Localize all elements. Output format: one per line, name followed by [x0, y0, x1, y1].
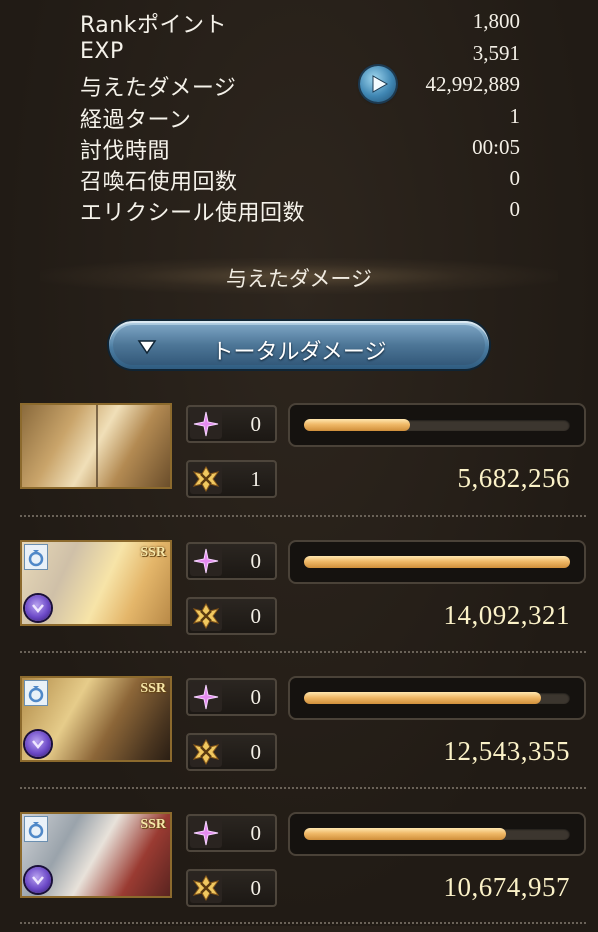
character-row: SSR 0 0 10,674,957: [0, 812, 598, 932]
damage-bar: [288, 540, 586, 584]
stat-label: EXP: [80, 39, 124, 64]
ougi-counter: 0: [186, 597, 277, 635]
sparkle-icon: [190, 682, 222, 712]
stat-label: エリクシール使用回数: [80, 201, 306, 226]
damage-bar: [288, 812, 586, 856]
character-row: SSR 0 0 12,543,355: [0, 676, 598, 796]
damage-bar-fill: [304, 828, 507, 840]
stat-summon-uses: 召喚石使用回数 0: [80, 164, 520, 195]
ssr-badge: SSR: [140, 681, 166, 696]
dropdown-body: トータルダメージ: [113, 325, 485, 365]
sparkle-icon: [190, 546, 222, 576]
stat-value: 3,591: [472, 41, 520, 65]
damage-type-dropdown[interactable]: トータルダメージ: [109, 321, 489, 369]
dark-element-icon: [25, 867, 51, 893]
stat-label: Rankポイント: [80, 13, 227, 38]
row-separator: [20, 922, 586, 924]
sparkle-icon: [190, 409, 222, 439]
dark-element-icon: [25, 595, 51, 621]
special-count: 0: [250, 685, 262, 709]
dropdown-selected-label: トータルダメージ: [211, 340, 387, 365]
damage-bar-fill: [304, 692, 541, 704]
special-count: 0: [250, 412, 262, 436]
ougi-counter: 1: [186, 460, 277, 498]
character-row: SSR 0 0 14,092,321: [0, 540, 598, 660]
total-damage: 5,682,256: [457, 463, 570, 493]
ougi-count: 0: [250, 876, 262, 900]
stat-clear-time: 討伐時間 00:05: [80, 133, 520, 164]
ring-icon: [24, 544, 48, 570]
ougi-counter: 0: [186, 733, 277, 771]
special-attack-counter: 0: [186, 405, 277, 443]
stat-value: 1,800: [472, 9, 520, 33]
total-damage: 12,543,355: [443, 736, 570, 766]
stat-elixir-uses: エリクシール使用回数 0: [80, 195, 520, 226]
character-portrait[interactable]: [20, 403, 172, 489]
special-count: 0: [250, 549, 262, 573]
stat-rank-points: Rankポイント 1,800: [80, 7, 520, 38]
stat-value: 0: [509, 197, 521, 221]
stat-label: 討伐時間: [80, 139, 171, 164]
character-portrait[interactable]: SSR: [20, 540, 172, 626]
ougi-counter: 0: [186, 869, 277, 907]
ougi-icon: [190, 873, 222, 903]
ssr-badge: SSR: [140, 817, 166, 832]
stat-label: 召喚石使用回数: [80, 170, 238, 195]
stat-turns: 経過ターン 1: [80, 102, 520, 133]
special-attack-counter: 0: [186, 814, 277, 852]
ougi-count: 1: [250, 467, 262, 491]
damage-bar-fill: [304, 419, 411, 431]
stat-value: 00:05: [472, 135, 520, 159]
special-attack-counter: 0: [186, 678, 277, 716]
special-attack-counter: 0: [186, 542, 277, 580]
stat-value: 1: [509, 104, 521, 128]
damage-bar-fill: [304, 556, 570, 568]
row-separator: [20, 515, 586, 517]
ougi-icon: [190, 737, 222, 767]
stat-value: 0: [509, 166, 521, 190]
row-separator: [20, 651, 586, 653]
ougi-icon: [190, 464, 222, 494]
sparkle-icon: [190, 818, 222, 848]
damage-bar: [288, 676, 586, 720]
stat-label: 経過ターン: [80, 108, 192, 133]
dark-element-icon: [25, 731, 51, 757]
ougi-count: 0: [250, 740, 262, 764]
stat-damage-dealt: 与えたダメージ 42,992,889: [80, 66, 521, 102]
row-separator: [20, 787, 586, 789]
character-row: 0 1 5,682,256: [0, 403, 598, 523]
ssr-badge: SSR: [140, 545, 166, 560]
damage-bar: [288, 403, 586, 447]
special-count: 0: [250, 821, 262, 845]
section-title: 与えたダメージ: [226, 267, 372, 291]
total-damage: 10,674,957: [443, 872, 570, 902]
ring-icon: [24, 680, 48, 706]
ring-icon: [24, 816, 48, 842]
ougi-icon: [190, 601, 222, 631]
ougi-count: 0: [250, 604, 262, 628]
stat-exp: EXP 3,591: [80, 39, 520, 70]
character-portrait[interactable]: SSR: [20, 676, 172, 762]
play-icon[interactable]: [360, 66, 396, 102]
stat-label: 与えたダメージ: [80, 76, 237, 101]
character-portrait[interactable]: SSR: [20, 812, 172, 898]
total-damage: 14,092,321: [443, 600, 570, 630]
stat-value: 42,992,889: [425, 72, 521, 96]
